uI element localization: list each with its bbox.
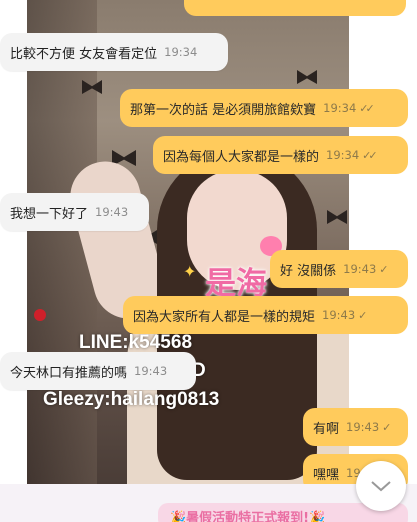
sparkle-icon: ✦: [183, 262, 197, 281]
message-text: 好 沒關係: [280, 263, 337, 279]
message-bubble-outgoing[interactable]: 好 沒關係 19:43 ✓: [270, 250, 408, 288]
message-time: 19:34: [326, 148, 360, 162]
message-text: 比較不方便 女友會看定位: [10, 46, 158, 62]
message-bubble-incoming[interactable]: 比較不方便 女友會看定位 19:34: [0, 33, 228, 71]
watermark-line-id: LINE:k54568: [79, 332, 193, 353]
message-text: 那第一次的話 是必須開旅館欸寶: [130, 102, 317, 118]
sent-tick-icon: ✓: [358, 308, 367, 322]
butterfly-decoration: [297, 70, 317, 84]
message-time: 19:34: [164, 45, 198, 59]
sent-tick-icon: ✓: [382, 420, 391, 434]
sent-tick-icon: ✓: [379, 262, 388, 276]
shared-photo[interactable]: ✦ 是海 LINE:k54568 D Gleezy:hailang0813: [27, 0, 349, 484]
message-bubble-outgoing[interactable]: 因為大家所有人都是一樣的規矩 19:43 ✓: [123, 296, 408, 334]
message-text: 我想一下好了: [10, 206, 89, 222]
message-time: 19:43: [95, 205, 129, 219]
read-ticks-icon: ✓✓: [359, 101, 375, 115]
message-bubble-outgoing[interactable]: 那第一次的話 是必須開旅館欸寶 19:34 ✓✓: [120, 89, 408, 127]
message-bubble-partial[interactable]: [184, 0, 406, 16]
read-ticks-icon: ✓✓: [362, 148, 378, 162]
message-text: 今天林口有推薦的嗎: [10, 365, 128, 381]
chat-view: ✦ 是海 LINE:k54568 D Gleezy:hailang0813 比較…: [0, 0, 417, 522]
message-time: 19:43: [346, 420, 380, 434]
chevron-down-icon: [371, 481, 391, 492]
pin-icon: [34, 309, 46, 321]
watermark-gleezy-id: Gleezy:hailang0813: [43, 389, 220, 410]
message-bubble-outgoing[interactable]: 因為每個人大家都是一樣的 19:34 ✓✓: [153, 136, 408, 174]
scroll-to-bottom-button[interactable]: [356, 461, 406, 511]
message-text: 因為每個人大家都是一樣的: [163, 149, 320, 165]
message-time: 19:43: [322, 308, 356, 322]
message-text: 因為大家所有人都是一樣的規矩: [133, 309, 316, 325]
message-text: 有啊: [313, 421, 340, 437]
message-text: 嘿嘿: [313, 467, 340, 483]
message-bubble-outgoing[interactable]: 有啊 19:43 ✓: [303, 408, 408, 446]
message-bubble-incoming[interactable]: 今天林口有推薦的嗎 19:43: [0, 352, 196, 390]
message-time: 19:34: [323, 101, 357, 115]
message-time: 19:43: [343, 262, 377, 276]
butterfly-decoration: [327, 210, 347, 224]
message-time: 19:43: [134, 364, 168, 378]
message-bubble-incoming[interactable]: 我想一下好了 19:43: [0, 193, 149, 231]
